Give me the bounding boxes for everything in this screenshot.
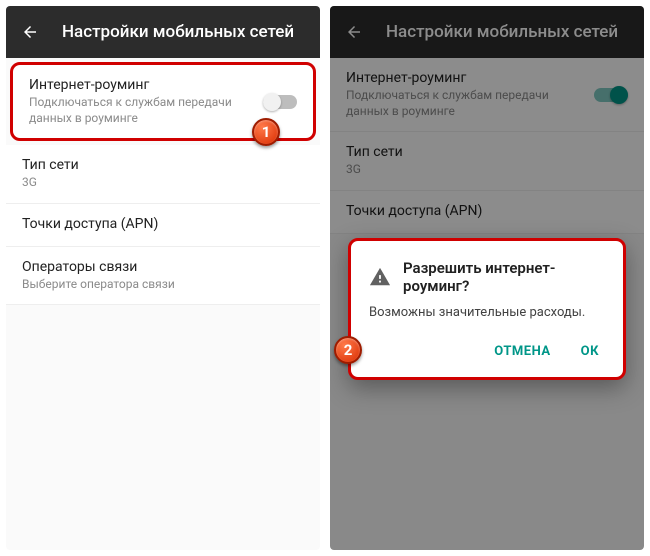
row-title: Операторы связи xyxy=(22,259,304,275)
row-subtitle: Выберите оператора связи xyxy=(22,277,304,293)
ok-button[interactable]: ОК xyxy=(577,338,603,365)
screen-left: Настройки мобильных сетей Интернет-роуми… xyxy=(6,6,320,550)
row-title: Тип сети xyxy=(22,157,304,173)
appbar-title: Настройки мобильных сетей xyxy=(62,22,294,42)
screen-right: Настройки мобильных сетей Интернет-роуми… xyxy=(330,6,644,550)
row-operators[interactable]: Операторы связи Выберите оператора связи xyxy=(6,247,320,306)
dialog-buttons: ОТМЕНА ОК xyxy=(369,334,605,369)
row-subtitle: 3G xyxy=(22,175,304,191)
warning-icon xyxy=(369,266,391,288)
row-title: Интернет-роуминг xyxy=(29,77,253,93)
appbar: Настройки мобильных сетей xyxy=(6,6,320,58)
annotation-badge-2: 2 xyxy=(334,336,362,364)
row-title: Точки доступа (APN) xyxy=(22,216,304,232)
annotation-badge-1: 1 xyxy=(252,118,280,146)
row-network-type[interactable]: Тип сети 3G xyxy=(6,145,320,204)
cancel-button[interactable]: ОТМЕНА xyxy=(490,338,554,365)
roaming-confirm-dialog: Разрешить интернет-роуминг? Возможны зна… xyxy=(348,238,626,380)
row-subtitle: Подключаться к службам передачи данных в… xyxy=(29,95,253,126)
row-apn[interactable]: Точки доступа (APN) xyxy=(6,204,320,247)
arrow-back-icon xyxy=(21,23,39,41)
settings-list: Интернет-роуминг Подключаться к службам … xyxy=(6,62,320,305)
back-button[interactable] xyxy=(20,22,40,42)
roaming-switch[interactable] xyxy=(263,95,297,109)
dialog-message: Возможны значительные расходы. xyxy=(369,305,605,320)
dialog-title: Разрешить интернет-роуминг? xyxy=(403,259,605,295)
